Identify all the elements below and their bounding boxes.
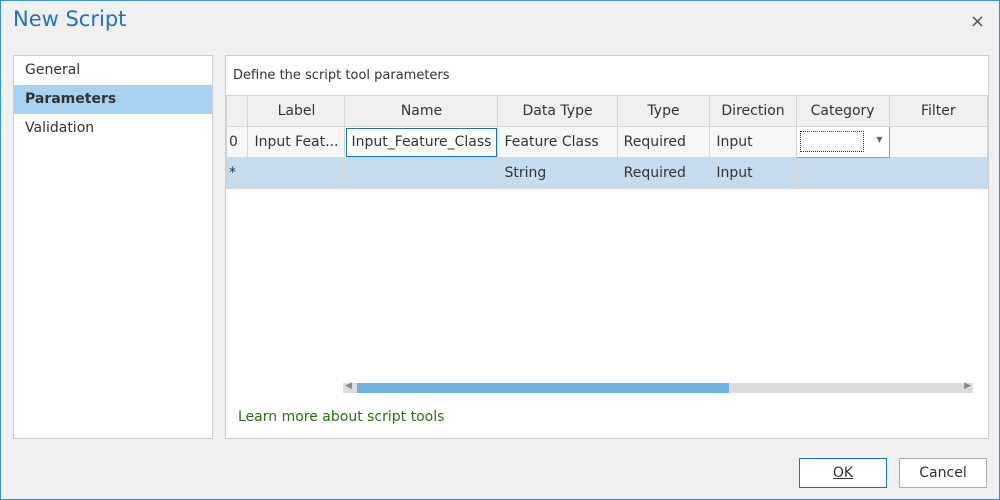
cell-data-type[interactable]: Feature Class: [497, 126, 618, 158]
cell-direction[interactable]: Input: [709, 157, 797, 189]
scroll-right-icon[interactable]: ▶: [964, 381, 971, 391]
panel-caption: Define the script tool parameters: [233, 68, 450, 83]
learn-more-link[interactable]: Learn more about script tools: [238, 409, 444, 425]
chevron-down-icon[interactable]: ▼: [876, 135, 882, 144]
cell-type[interactable]: Required: [616, 126, 711, 158]
column-header-index: [225, 95, 249, 127]
close-icon[interactable]: ×: [970, 11, 985, 32]
scroll-left-icon[interactable]: ◀: [345, 381, 352, 391]
cell-filter[interactable]: [888, 157, 989, 189]
column-header-type[interactable]: Type: [616, 95, 711, 127]
cell-name-input[interactable]: Input_Feature_Class: [344, 126, 499, 158]
cell-type[interactable]: Required: [616, 157, 711, 189]
sidebar-item-parameters[interactable]: Parameters: [14, 85, 212, 114]
cell-label[interactable]: Input Feat...: [247, 126, 346, 158]
column-header-data-type[interactable]: Data Type: [497, 95, 618, 127]
horizontal-scrollbar[interactable]: ◀ ▶: [343, 381, 973, 393]
table-row[interactable]: 0 Input Feat... Input_Feature_Class Feat…: [225, 126, 989, 158]
sidebar-item-validation[interactable]: Validation: [14, 114, 212, 143]
window-title: New Script: [13, 7, 127, 31]
scrollbar-thumb[interactable]: [357, 383, 729, 393]
column-header-name[interactable]: Name: [344, 95, 499, 127]
cell-label[interactable]: [247, 157, 346, 189]
cell-filter[interactable]: [888, 126, 989, 158]
cell-data-type[interactable]: String: [497, 157, 618, 189]
column-header-label[interactable]: Label: [247, 95, 346, 127]
focus-rect: [799, 131, 864, 152]
column-header-filter[interactable]: Filter: [888, 95, 989, 127]
row-index: 0: [225, 126, 249, 158]
cell-category[interactable]: [795, 157, 890, 189]
parameters-table: Label Name Data Type Type Direction Cate…: [225, 95, 989, 189]
table-row-new[interactable]: * String Required Input: [225, 157, 989, 189]
ok-button[interactable]: OK: [799, 458, 887, 488]
column-header-category[interactable]: Category: [795, 95, 890, 127]
category-dropdown[interactable]: ▼: [795, 126, 890, 158]
parameters-panel: Define the script tool parameters Label …: [225, 55, 989, 439]
cell-direction[interactable]: Input: [709, 126, 797, 158]
column-header-direction[interactable]: Direction: [709, 95, 797, 127]
cell-name[interactable]: [344, 157, 499, 189]
sidebar: General Parameters Validation: [13, 55, 213, 439]
new-row-marker: *: [225, 157, 249, 189]
sidebar-item-general[interactable]: General: [14, 56, 212, 85]
cancel-button[interactable]: Cancel: [899, 458, 987, 488]
